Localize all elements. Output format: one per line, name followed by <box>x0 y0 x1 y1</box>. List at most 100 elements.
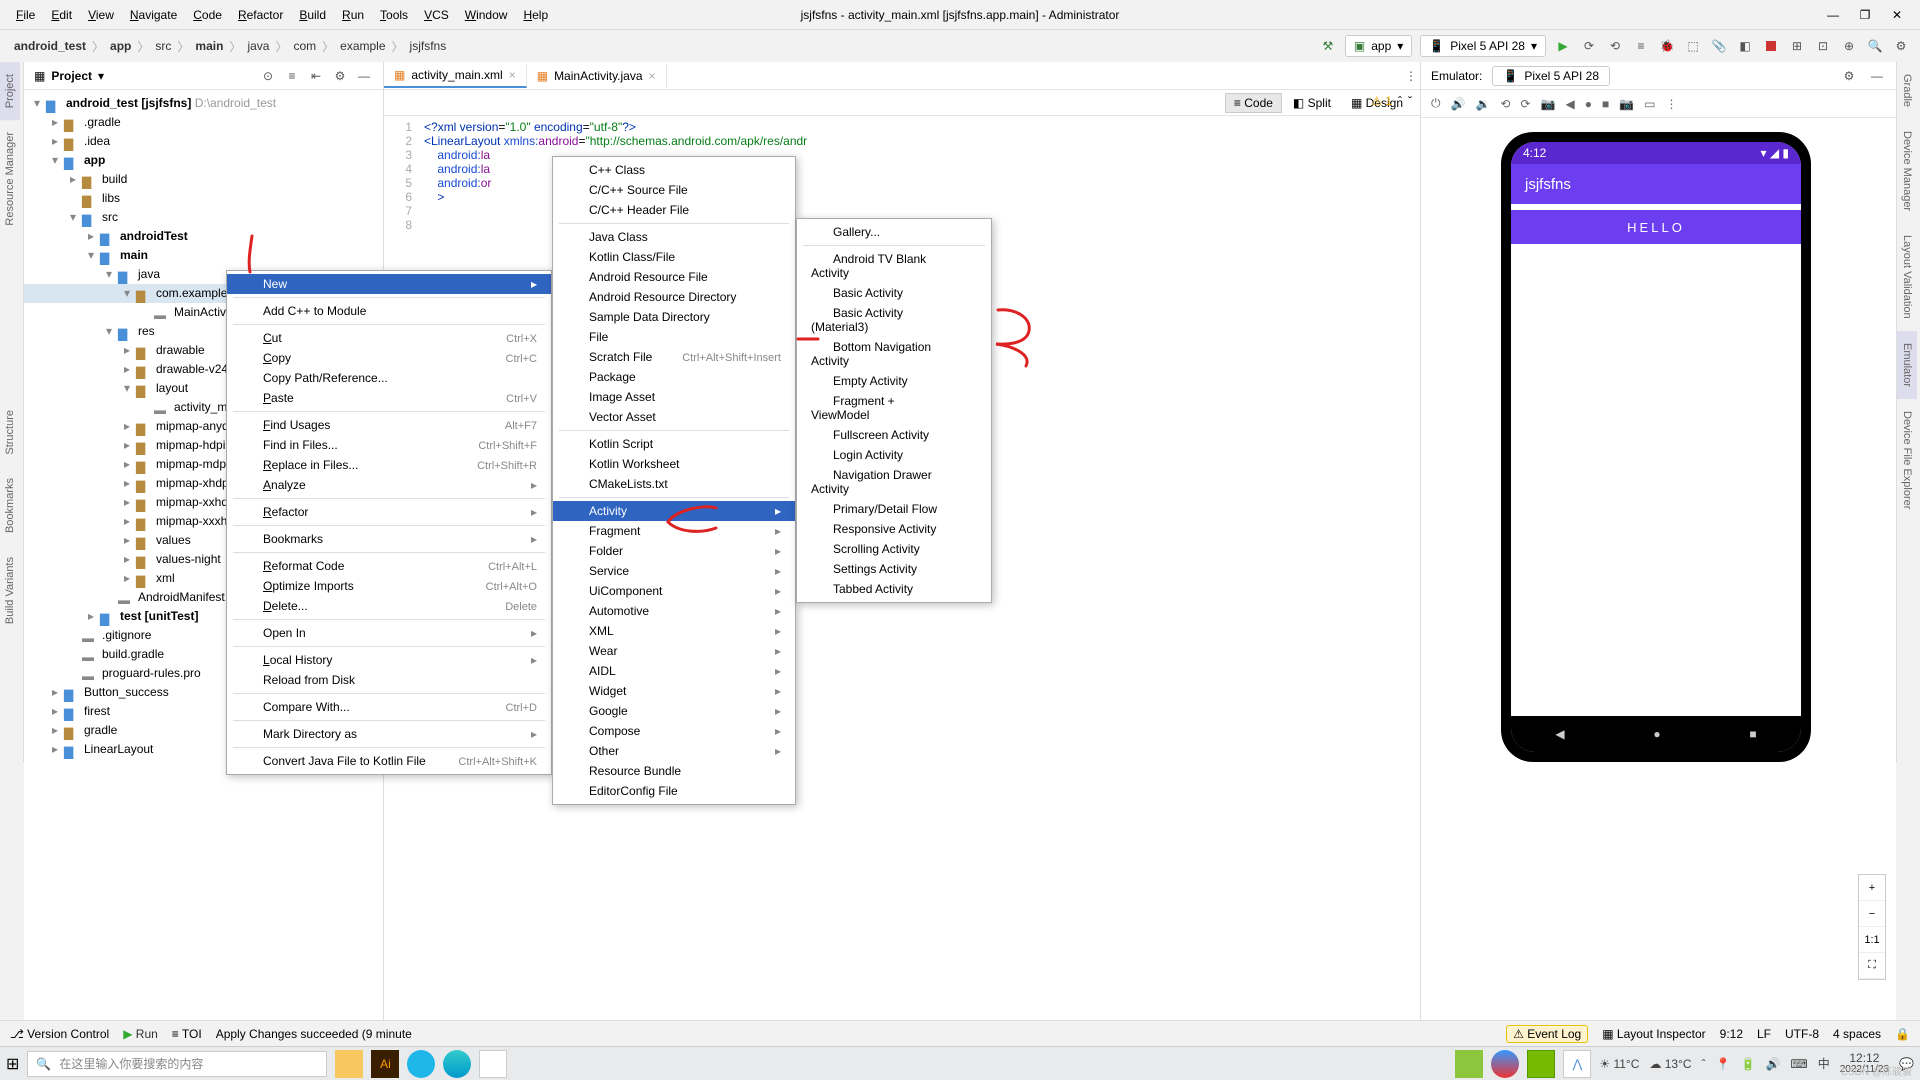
home-icon[interactable]: ● <box>1585 97 1592 111</box>
emulator-hide-icon[interactable]: — <box>1868 67 1886 85</box>
tab-layout-validation[interactable]: Layout Validation <box>1897 223 1917 331</box>
tab-gradle[interactable]: Gradle <box>1897 62 1917 119</box>
tray-ime[interactable]: 中 <box>1818 1055 1830 1072</box>
vol-up-icon[interactable]: 🔊 <box>1451 97 1466 111</box>
menu-item[interactable]: Android Resource Directory <box>553 287 795 307</box>
menu-item[interactable]: Reload from Disk <box>227 670 551 690</box>
profile-icon[interactable]: ⬚ <box>1684 37 1702 55</box>
menu-item[interactable]: Refactor ▸ <box>227 502 551 522</box>
menu-item[interactable]: Compare With...Ctrl+D <box>227 697 551 717</box>
tree-node[interactable]: ▸▇.idea <box>24 132 383 151</box>
attach-icon[interactable]: 📎 <box>1710 37 1728 55</box>
menu-item[interactable]: Basic Activity <box>797 283 991 303</box>
task-app-9[interactable]: ⋀ <box>1563 1050 1591 1078</box>
warning-badge[interactable]: ⚠ 1 <box>1371 94 1392 108</box>
menu-item[interactable]: Open In ▸ <box>227 623 551 643</box>
rotate-left-icon[interactable]: ⟲ <box>1500 97 1510 111</box>
crumb[interactable]: com <box>289 37 320 55</box>
menu-item[interactable]: Image Asset <box>553 387 795 407</box>
menu-item[interactable]: Convert Java File to Kotlin FileCtrl+Alt… <box>227 751 551 771</box>
task-app-4[interactable] <box>443 1050 471 1078</box>
expand-icon[interactable]: ≡ <box>283 67 301 85</box>
menu-item[interactable]: Java Class <box>553 227 795 247</box>
menu-item[interactable]: C/C++ Header File <box>553 200 795 220</box>
nav-home-icon[interactable]: ● <box>1653 727 1660 741</box>
menu-item[interactable]: Kotlin Worksheet <box>553 454 795 474</box>
hide-icon[interactable]: — <box>355 67 373 85</box>
tree-root[interactable]: ▾▇ android_test [jsjfsfns] D:\android_te… <box>24 94 383 113</box>
snapshot-icon[interactable]: ▭ <box>1644 97 1655 111</box>
dropdown-icon[interactable]: ▾ <box>98 69 104 83</box>
tree-node[interactable]: ▾▇src <box>24 208 383 227</box>
tray-volume-icon[interactable]: 🔊 <box>1765 1057 1780 1071</box>
menu-build[interactable]: Build <box>291 4 334 26</box>
debug-restart-icon[interactable]: ⟲ <box>1606 37 1624 55</box>
menu-item[interactable]: Package <box>553 367 795 387</box>
back-icon[interactable]: ◀ <box>1565 97 1574 111</box>
settings-icon[interactable]: ⚙ <box>1892 37 1910 55</box>
stop-icon[interactable] <box>1762 37 1780 55</box>
screenshot-phone-icon[interactable]: 📷 <box>1541 97 1556 111</box>
view-split[interactable]: ◧ Split <box>1284 93 1340 113</box>
tree-node[interactable]: ▸▇.gradle <box>24 113 383 132</box>
close-icon[interactable]: ✕ <box>1890 8 1904 22</box>
menu-item[interactable]: PasteCtrl+V <box>227 388 551 408</box>
camera-icon[interactable]: 📷 <box>1619 97 1634 111</box>
emulator-tab[interactable]: 📱Pixel 5 API 28 <box>1492 66 1610 86</box>
menu-item[interactable]: Android TV Blank Activity <box>797 249 991 283</box>
menu-item[interactable]: C/C++ Source File <box>553 180 795 200</box>
view-code[interactable]: ≡ Code <box>1225 93 1282 113</box>
zoom-out[interactable]: − <box>1859 901 1885 927</box>
layout-inspector[interactable]: ▦ Layout Inspector <box>1602 1027 1705 1041</box>
task-app-5[interactable] <box>479 1050 507 1078</box>
menu-item[interactable]: Activity ▸ <box>553 501 795 521</box>
menu-item[interactable]: Delete...Delete <box>227 596 551 616</box>
menu-item[interactable]: Fragment + ViewModel <box>797 391 991 425</box>
encoding[interactable]: UTF-8 <box>1785 1027 1819 1041</box>
tab-bookmarks[interactable]: Bookmarks <box>0 466 20 545</box>
nav-back-icon[interactable]: ◀ <box>1555 727 1564 741</box>
menu-item[interactable]: Bottom Navigation Activity <box>797 337 991 371</box>
menu-item[interactable]: Sample Data Directory <box>553 307 795 327</box>
weather-1[interactable]: ☀ 11°C <box>1599 1057 1639 1071</box>
menu-item[interactable]: Vector Asset <box>553 407 795 427</box>
project-view-label[interactable]: Project <box>51 69 92 83</box>
menu-item[interactable]: Wear ▸ <box>553 641 795 661</box>
menu-item[interactable]: Find in Files...Ctrl+Shift+F <box>227 435 551 455</box>
menu-item[interactable]: Fullscreen Activity <box>797 425 991 445</box>
line-sep[interactable]: LF <box>1757 1027 1771 1041</box>
menu-item[interactable]: Kotlin Script <box>553 434 795 454</box>
device-screen[interactable]: 4:12▾ ◢ ▮ jsjfsfns HELLO ◀ ● ■ <box>1511 142 1801 752</box>
crumb[interactable]: app <box>106 37 135 55</box>
menu-item[interactable]: XML ▸ <box>553 621 795 641</box>
sync-icon[interactable]: ⊕ <box>1840 37 1858 55</box>
menu-item[interactable]: Gallery... <box>797 222 991 242</box>
menu-item[interactable]: Folder ▸ <box>553 541 795 561</box>
readonly-icon[interactable]: 🔒 <box>1895 1027 1910 1041</box>
menu-item[interactable]: Responsive Activity <box>797 519 991 539</box>
tab-resource-manager[interactable]: Resource Manager <box>0 120 20 238</box>
crumb[interactable]: src <box>151 37 175 55</box>
task-app-2[interactable]: Ai <box>371 1050 399 1078</box>
tray-battery-icon[interactable]: 🔋 <box>1740 1057 1755 1071</box>
menu-item[interactable]: Local History ▸ <box>227 650 551 670</box>
menu-item[interactable]: Scratch FileCtrl+Alt+Shift+Insert <box>553 347 795 367</box>
task-app-7[interactable] <box>1491 1050 1519 1078</box>
menu-file[interactable]: File <box>8 4 43 26</box>
menu-item[interactable]: Optimize ImportsCtrl+Alt+O <box>227 576 551 596</box>
editor-tab[interactable]: ▦MainActivity.java× <box>527 64 667 88</box>
menu-navigate[interactable]: Navigate <box>122 4 185 26</box>
weather-2[interactable]: ☁ 13°C <box>1649 1057 1691 1071</box>
more-run-icon[interactable]: ≡ <box>1632 37 1650 55</box>
coverage-icon[interactable]: ◧ <box>1736 37 1754 55</box>
menu-item[interactable]: Reformat CodeCtrl+Alt+L <box>227 556 551 576</box>
menu-code[interactable]: Code <box>185 4 230 26</box>
tree-node[interactable]: ▾▇app <box>24 151 383 170</box>
emulator-settings-icon[interactable]: ⚙ <box>1840 67 1858 85</box>
crumb[interactable]: android_test <box>10 37 90 55</box>
gear-icon[interactable]: ⚙ <box>331 67 349 85</box>
menu-item[interactable]: New ▸ <box>227 274 551 294</box>
todo-tool[interactable]: ≡ TOI <box>172 1027 202 1041</box>
menu-item[interactable]: Resource Bundle <box>553 761 795 781</box>
menu-item[interactable]: Find UsagesAlt+F7 <box>227 415 551 435</box>
